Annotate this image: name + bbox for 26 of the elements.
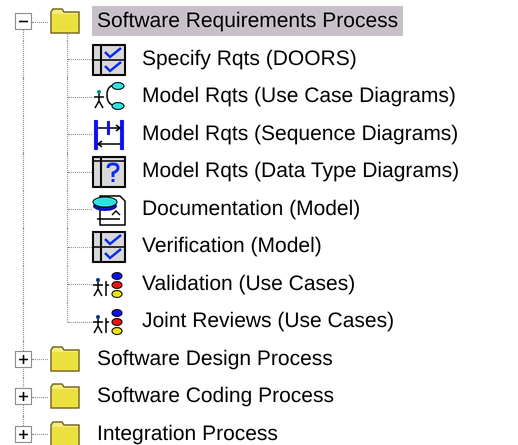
folder-icon <box>49 344 81 372</box>
question-mark-icon <box>92 156 126 188</box>
item-label[interactable]: Validation (Use Cases) <box>137 268 360 298</box>
item-label[interactable]: Verification (Model) <box>137 231 327 261</box>
checklist-icon <box>92 44 126 76</box>
item-label[interactable]: Model Rqts (Data Type Diagrams) <box>137 156 464 186</box>
checklist-icon <box>92 231 126 263</box>
use-case-icon <box>92 81 126 113</box>
database-document-icon <box>92 194 126 226</box>
sequence-icon <box>92 118 126 150</box>
expand-toggle[interactable] <box>15 426 32 442</box>
folder-label[interactable]: Software Requirements Process <box>92 6 404 36</box>
folder-label[interactable]: Integration Process <box>92 418 283 445</box>
folder-icon <box>49 382 81 410</box>
folder-icon <box>49 7 81 35</box>
item-label[interactable]: Documentation (Model) <box>137 194 366 224</box>
folder-label[interactable]: Software Coding Process <box>92 381 339 411</box>
collapse-toggle[interactable] <box>15 13 32 30</box>
expand-toggle[interactable] <box>15 350 32 368</box>
item-label[interactable]: Specify Rqts (DOORS) <box>137 44 362 74</box>
item-label[interactable]: Joint Reviews (Use Cases) <box>137 306 400 336</box>
folder-icon <box>49 420 81 445</box>
folder-label[interactable]: Software Design Process <box>92 344 338 374</box>
expand-toggle[interactable] <box>15 388 32 405</box>
item-label[interactable]: Model Rqts (Use Case Diagrams) <box>137 81 461 111</box>
item-label[interactable]: Model Rqts (Sequence Diagrams) <box>137 118 464 148</box>
